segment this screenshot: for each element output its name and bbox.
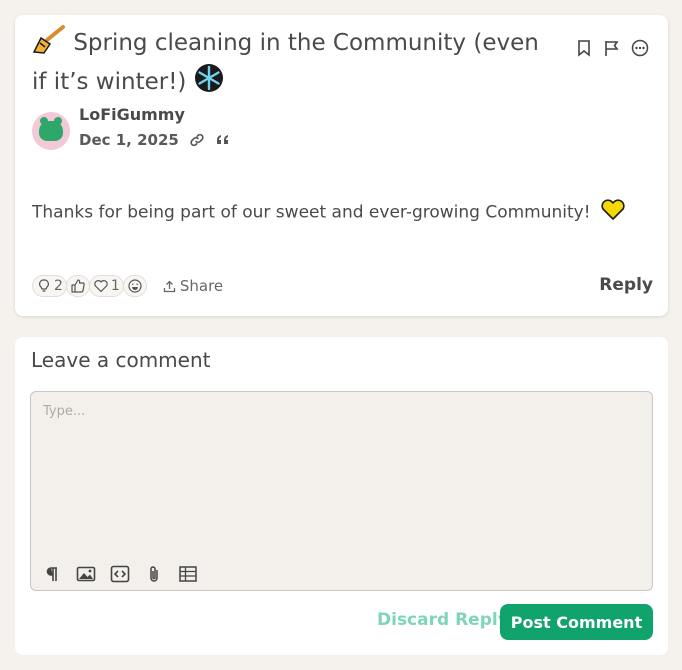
flag-icon[interactable] bbox=[602, 38, 622, 58]
reaction-heart[interactable]: 1 bbox=[88, 275, 124, 297]
quote-icon[interactable] bbox=[215, 132, 231, 148]
author-name[interactable]: LoFiGummy bbox=[79, 105, 231, 125]
author-block: LoFiGummy Dec 1, 2025 bbox=[32, 105, 231, 150]
reaction-thumbs-up[interactable] bbox=[65, 275, 90, 297]
post-body-text: Thanks for being part of our sweet and e… bbox=[32, 202, 591, 223]
post-body: Thanks for being part of our sweet and e… bbox=[32, 199, 626, 226]
broom-icon bbox=[32, 24, 66, 63]
post-actions bbox=[574, 38, 650, 58]
post-comment-button[interactable]: Post Comment bbox=[500, 604, 653, 640]
share-icon bbox=[163, 280, 175, 292]
editor-toolbar bbox=[41, 564, 199, 584]
share-button[interactable]: Share bbox=[163, 277, 223, 295]
snowflake-icon bbox=[194, 63, 224, 102]
post-title-heading: Spring cleaning in the Community (even i… bbox=[32, 24, 552, 102]
reaction-laugh[interactable] bbox=[122, 275, 147, 297]
post-title: Spring cleaning in the Community (even i… bbox=[32, 30, 539, 95]
yellow-heart-icon bbox=[600, 199, 626, 226]
reactions-bar: 2 1 Share bbox=[32, 275, 223, 297]
bookmark-icon[interactable] bbox=[574, 38, 594, 58]
comment-editor bbox=[30, 391, 653, 591]
thumbs-up-icon bbox=[71, 279, 85, 293]
heart-outline-icon bbox=[94, 280, 108, 293]
author-meta: LoFiGummy Dec 1, 2025 bbox=[79, 105, 231, 149]
image-icon[interactable] bbox=[75, 564, 97, 584]
paragraph-icon[interactable] bbox=[41, 564, 63, 584]
frog-avatar-icon bbox=[39, 117, 63, 141]
post-title-row: Spring cleaning in the Community (even i… bbox=[32, 24, 552, 102]
reaction-idea[interactable]: 2 bbox=[32, 275, 67, 297]
table-icon[interactable] bbox=[177, 564, 199, 584]
attachment-icon[interactable] bbox=[143, 564, 165, 584]
reply-button[interactable]: Reply bbox=[599, 275, 653, 295]
reaction-heart-count: 1 bbox=[110, 278, 120, 294]
discard-reply-button[interactable]: Discard Reply bbox=[377, 610, 509, 630]
post-date: Dec 1, 2025 bbox=[79, 131, 179, 149]
comment-input[interactable] bbox=[41, 402, 645, 546]
link-icon[interactable] bbox=[189, 132, 205, 148]
reaction-idea-count: 2 bbox=[54, 278, 63, 294]
post-meta-row: Dec 1, 2025 bbox=[79, 131, 231, 149]
post-card: Spring cleaning in the Community (even i… bbox=[15, 15, 668, 316]
lightbulb-icon bbox=[39, 279, 49, 292]
comment-heading: Leave a comment bbox=[31, 348, 211, 372]
laughing-face-icon bbox=[128, 279, 142, 293]
share-label: Share bbox=[179, 277, 224, 295]
avatar[interactable] bbox=[32, 112, 70, 150]
more-options-icon[interactable] bbox=[630, 38, 650, 58]
code-block-icon[interactable] bbox=[109, 564, 131, 584]
comment-card: Leave a comment Discard Reply Post Comme… bbox=[15, 337, 668, 655]
